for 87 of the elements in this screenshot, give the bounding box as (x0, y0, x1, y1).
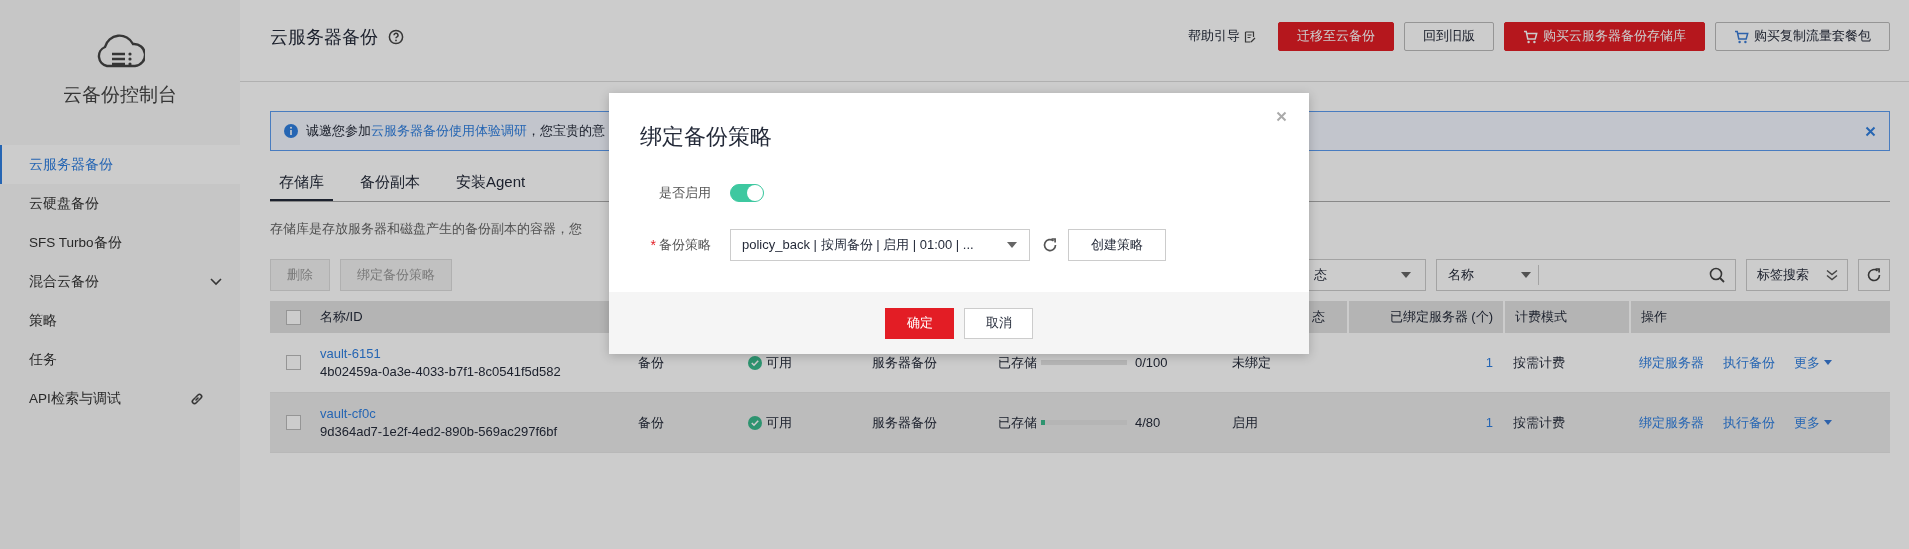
sidebar-item-label: 混合云备份 (29, 272, 99, 291)
search-field[interactable]: 名称 (1436, 259, 1736, 291)
check-circle-icon (748, 355, 762, 370)
dialog-title: 绑定备份策略 (640, 123, 773, 151)
action-link[interactable]: 更多 (1794, 353, 1832, 372)
action-link[interactable]: 执行备份 (1723, 353, 1775, 372)
double-chevron-icon (1826, 269, 1838, 281)
vault-id: 4b02459a-0a3e-4033-b7f1-8c0541f5d582 (320, 364, 561, 379)
sidebar-item[interactable]: SFS Turbo备份 (0, 223, 240, 262)
caret-icon (1007, 242, 1017, 248)
sidebar-item-label: 云硬盘备份 (29, 194, 99, 213)
bound-count-link[interactable]: 1 (1485, 355, 1493, 370)
action-link[interactable]: 绑定服务器 (1639, 353, 1704, 372)
table-cell: 启用 (1232, 413, 1258, 432)
status-text: 可用 (766, 353, 792, 372)
table-cell: 按需计费 (1513, 353, 1565, 372)
table-cell: 按需计费 (1513, 413, 1565, 432)
capacity-text: 4/80 (1135, 415, 1161, 430)
sidebar-item-label: 云服务器备份 (29, 155, 113, 174)
column-header: 计费模式 (1515, 308, 1567, 326)
description-text: 存储库是存放服务器和磁盘产生的备份副本的容器，您 (270, 221, 583, 238)
help-icon[interactable] (388, 28, 404, 45)
cancel-button[interactable]: 取消 (964, 307, 1033, 339)
sidebar-item[interactable]: 混合云备份 (0, 262, 240, 301)
select-all-checkbox[interactable] (286, 309, 301, 325)
info-icon (284, 124, 298, 138)
check-circle-icon (748, 415, 762, 430)
status-text: 可用 (766, 413, 792, 432)
survey-link[interactable]: 云服务器备份使用体验调研 (371, 123, 527, 138)
vault-name-link[interactable]: vault-6151 (320, 346, 381, 361)
close-icon[interactable] (1865, 125, 1876, 137)
column-header: 态 (1312, 308, 1325, 326)
table-row[interactable]: vault-cf0c 9d364ad7-1e2f-4ed2-890b-569ac297f6bf 备份 可用 服务器备份 已存储 4/80 启用 1 按需计费 绑定服务器 执行备份 更多 (270, 393, 1890, 453)
caret-icon (1521, 272, 1531, 278)
tab[interactable]: 存储库 (270, 165, 333, 201)
sidebar-item-label: SFS Turbo备份 (29, 233, 122, 252)
refresh-icon[interactable] (1042, 237, 1058, 253)
table-cell: 备份 (638, 353, 664, 372)
confirm-button[interactable]: 确定 (885, 307, 954, 339)
table-cell: 备份 (638, 413, 664, 432)
required-mark: * (650, 237, 656, 253)
create-policy-button[interactable]: 创建策略 (1068, 229, 1166, 261)
table-cell: 服务器备份 (872, 413, 937, 432)
column-header: 已绑定服务器 (个) (1389, 308, 1493, 326)
column-header: 操作 (1641, 308, 1667, 326)
link-icon (190, 391, 204, 406)
capacity-text: 0/100 (1135, 355, 1168, 370)
sidebar-item-label: 策略 (29, 311, 57, 330)
guide-icon[interactable] (1244, 30, 1256, 43)
header-button[interactable]: 购买云服务器备份存储库 (1504, 22, 1705, 51)
tab[interactable]: 备份副本 (351, 165, 429, 201)
sidebar-item[interactable]: 云服务器备份 (0, 145, 240, 184)
field-label: 是否启用 (659, 184, 711, 202)
row-checkbox[interactable] (286, 355, 301, 370)
sidebar-item-label: 任务 (29, 350, 57, 369)
chevron-down-icon (210, 277, 222, 286)
header-button[interactable]: 迁移至云备份 (1278, 22, 1394, 51)
caret-icon (1824, 420, 1832, 425)
row-checkbox[interactable] (286, 415, 301, 430)
notice-text: 诚邀您参加云服务器备份使用体验调研，您宝贵的意 (306, 122, 605, 140)
caret-icon (1824, 360, 1832, 365)
field-label: 备份策略 (659, 236, 711, 254)
refresh-icon (1866, 267, 1882, 283)
policy-dropdown[interactable]: policy_back | 按周备份 | 启用 | 01:00 | ... (730, 229, 1030, 261)
capacity-label: 已存储 (998, 353, 1037, 372)
sidebar-item[interactable]: 云硬盘备份 (0, 184, 240, 223)
capacity-label: 已存储 (998, 413, 1037, 432)
sidebar-item[interactable]: 策略 (0, 301, 240, 340)
header-button[interactable]: 购买复制流量套餐包 (1715, 22, 1890, 51)
tag-search-button[interactable]: 标签搜索 (1746, 259, 1848, 291)
console-title: 云备份控制台 (63, 83, 177, 107)
vault-id: 9d364ad7-1e2f-4ed2-890b-569ac297f6bf (320, 424, 558, 439)
sidebar-item[interactable]: API检索与调试 (0, 379, 240, 418)
header-button[interactable]: 回到旧版 (1404, 22, 1494, 51)
caret-icon (1401, 272, 1411, 278)
sidebar-item[interactable]: 任务 (0, 340, 240, 379)
search-icon[interactable] (1709, 267, 1725, 283)
enable-toggle[interactable] (730, 184, 764, 202)
tab[interactable]: 安装Agent (447, 165, 535, 201)
refresh-button[interactable] (1858, 259, 1890, 291)
page-title: 云服务器备份 (270, 25, 378, 49)
help-guide-link[interactable]: 帮助引导 (1188, 28, 1240, 45)
table-cell: 服务器备份 (872, 353, 937, 372)
table-cell: 未绑定 (1232, 353, 1271, 372)
sidebar-item-label: API检索与调试 (29, 389, 121, 408)
column-header: 名称/ID (320, 308, 363, 326)
close-icon[interactable] (1276, 111, 1287, 122)
